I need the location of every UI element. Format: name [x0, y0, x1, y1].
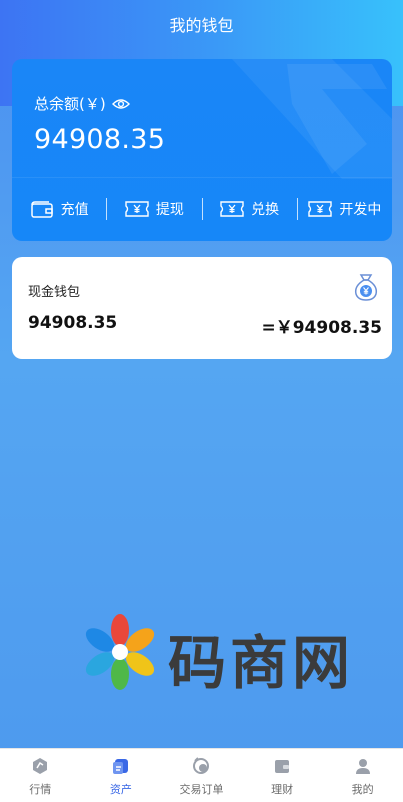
market-icon	[33, 758, 48, 774]
tab-profile[interactable]: 我的	[322, 749, 403, 802]
tab-orders[interactable]: 交易订单	[161, 749, 242, 802]
tab-profile-label: 我的	[351, 783, 374, 796]
action-row: 充值 提现 兑换 开发中	[12, 189, 392, 229]
recharge-button[interactable]: 充值	[12, 199, 106, 219]
exchange-button[interactable]: 兑换	[203, 199, 297, 219]
exchange-label: 兑换	[251, 202, 280, 218]
wallet-equivalent: =￥94908.35	[261, 318, 382, 338]
profile-icon	[355, 759, 370, 774]
bottom-tab-bar: 行情 资产 交易订单 理财 我的	[0, 748, 403, 802]
ticket-yen-icon	[125, 201, 149, 217]
total-balance-label: 总余额(￥)	[34, 93, 130, 114]
wallet-amount: 94908.35	[28, 313, 118, 333]
total-balance-text: 总余额(￥)	[34, 95, 106, 113]
page-title: 我的钱包	[169, 16, 234, 35]
in-development-label: 开发中	[339, 202, 382, 218]
assets-icon	[112, 759, 128, 774]
tab-finance[interactable]: 理财	[242, 749, 323, 802]
wallet-title: 现金钱包	[28, 285, 81, 300]
tab-market[interactable]: 行情	[0, 749, 81, 802]
cash-wallet-card[interactable]: 现金钱包 94908.35 =￥94908.35	[12, 257, 392, 359]
recharge-label: 充值	[60, 202, 89, 218]
card-decoration	[232, 59, 392, 179]
tab-orders-label: 交易订单	[179, 783, 224, 796]
watermark-logo: 码商网	[80, 612, 380, 697]
in-development-button[interactable]: 开发中	[298, 199, 392, 219]
eye-icon[interactable]	[111, 98, 130, 110]
orders-icon	[193, 757, 210, 774]
ticket-yen-icon	[308, 201, 333, 217]
tab-finance-label: 理财	[271, 783, 294, 796]
money-bag-icon	[354, 274, 378, 301]
flower-logo-icon	[85, 614, 155, 690]
tab-assets-label: 资产	[109, 783, 132, 796]
withdraw-button[interactable]: 提现	[107, 199, 201, 219]
ticket-yen-icon	[220, 201, 244, 217]
divider	[12, 177, 392, 178]
tab-assets[interactable]: 资产	[81, 749, 162, 802]
wallet-icon	[30, 201, 53, 218]
total-balance-amount: 94908.35	[34, 124, 166, 155]
watermark-text: 码商网	[168, 629, 355, 697]
withdraw-label: 提现	[155, 202, 184, 218]
tab-market-label: 行情	[29, 783, 52, 796]
finance-icon	[275, 760, 290, 773]
balance-card: 总余额(￥) 94908.35 充值 提现 兑换 开发中	[12, 59, 392, 241]
